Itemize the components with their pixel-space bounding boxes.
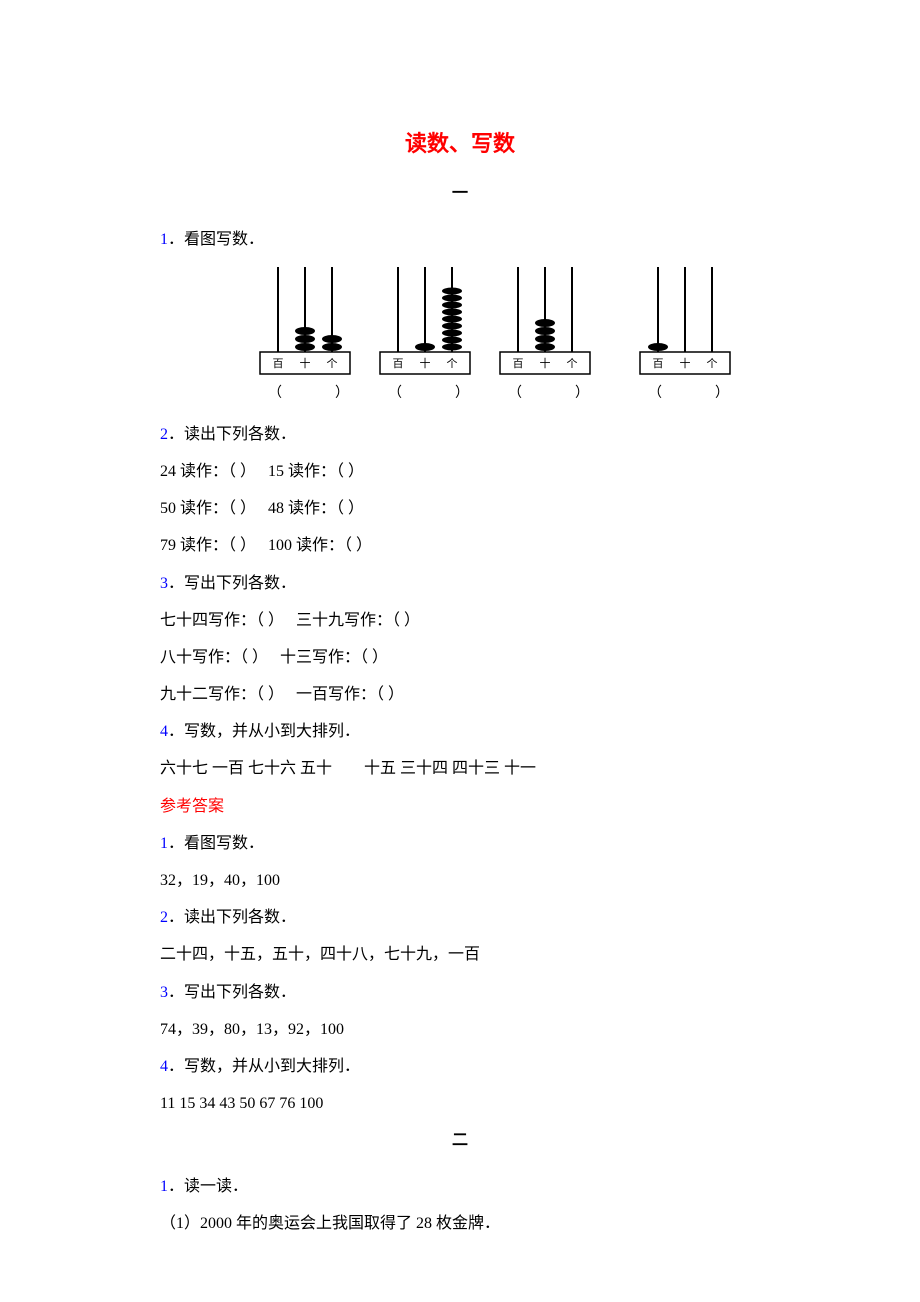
answer-4-value: 11 15 34 43 50 67 76 100 (160, 1086, 760, 1121)
answer-1-num: 1 (160, 835, 168, 852)
svg-text:）: ） (575, 385, 589, 401)
svg-text:（: （ (388, 385, 402, 401)
label-bai: 百 (273, 358, 284, 370)
answer-1-text: ．看图写数． (168, 835, 264, 852)
question-2-num: 2 (160, 426, 168, 443)
answer-3-text: ．写出下列各数． (168, 984, 296, 1001)
svg-text:十: 十 (540, 356, 551, 370)
answer-2-q: 2．读出下列各数． (160, 900, 760, 935)
question-2-line-a: 24 读作：（ ） 15 读作：（ ） (160, 454, 760, 489)
answer-2-value: 二十四，十五，五十，四十八，七十九，一百 (160, 937, 760, 972)
answer-4-q: 4．写数，并从小到大排列． (160, 1049, 760, 1084)
svg-text:（: （ (648, 385, 662, 401)
question-1-num: 1 (160, 231, 168, 248)
svg-text:（: （ (508, 385, 522, 401)
answer-2-num: 2 (160, 909, 168, 926)
part2-line-1: （1）2000 年的奥运会上我国取得了 28 枚金牌． (160, 1206, 760, 1241)
answer-4-text: ．写数，并从小到大排列． (168, 1058, 360, 1075)
question-3-num: 3 (160, 575, 168, 592)
abacus-1: 百 十 个 （ ） (260, 267, 350, 401)
svg-text:）: ） (715, 385, 729, 401)
abacus-svg: 百 十 个 （ ） (250, 267, 750, 407)
svg-text:个: 个 (447, 357, 458, 370)
svg-text:百: 百 (653, 358, 664, 370)
answer-4-num: 4 (160, 1058, 168, 1075)
part2-q1-text: ．读一读． (168, 1178, 248, 1195)
label-shi: 十 (300, 356, 311, 370)
page: 读数、写数 一 1．看图写数． 百 十 个 (0, 0, 920, 1302)
svg-text:个: 个 (567, 357, 578, 370)
question-3-text: ．写出下列各数． (168, 575, 296, 592)
answers-heading: 参考答案 (160, 789, 760, 824)
question-2-text: ．读出下列各数． (168, 426, 296, 443)
question-3: 3．写出下列各数． (160, 566, 760, 601)
section-two-heading: 二 (160, 1123, 760, 1158)
answer-3-q: 3．写出下列各数． (160, 975, 760, 1010)
question-2-line-c: 79 读作：（ ） 100 读作：（ ） (160, 528, 760, 563)
question-3-line-c: 九十二写作：（ ） 一百写作：（ ） (160, 677, 760, 712)
svg-text:百: 百 (513, 358, 524, 370)
answer-3-num: 3 (160, 984, 168, 1001)
part2-q1-num: 1 (160, 1178, 168, 1195)
answer-2-text: ．读出下列各数． (168, 909, 296, 926)
answer-3-value: 74，39，80，13，92，100 (160, 1012, 760, 1047)
question-4-num: 4 (160, 723, 168, 740)
label-ge: 个 (327, 357, 338, 370)
svg-text:个: 个 (707, 357, 718, 370)
question-1: 1．看图写数． (160, 222, 760, 257)
part2-question-1: 1．读一读． (160, 1169, 760, 1204)
abacus-figure: 百 十 个 （ ） (250, 267, 760, 407)
svg-text:百: 百 (393, 358, 404, 370)
question-2-line-b: 50 读作：（ ） 48 读作：（ ） (160, 491, 760, 526)
abacus-2: 百 十 个 （ ） (380, 267, 470, 401)
svg-text:十: 十 (420, 356, 431, 370)
question-4-text: ．写数，并从小到大排列． (168, 723, 360, 740)
paren-left: （ (268, 385, 282, 401)
answer-1-q: 1．看图写数． (160, 826, 760, 861)
abacus-4: 百 十 个 （ ） (640, 267, 730, 401)
page-title: 读数、写数 (160, 120, 760, 168)
paren-right: ） (335, 385, 349, 401)
question-3-line-b: 八十写作：（ ） 十三写作：（ ） (160, 640, 760, 675)
svg-text:）: ） (455, 385, 469, 401)
question-1-text: ．看图写数． (168, 231, 264, 248)
answer-1-value: 32，19，40，100 (160, 863, 760, 898)
abacus-3: 百 十 个 （ ） (500, 267, 590, 401)
question-4: 4．写数，并从小到大排列． (160, 714, 760, 749)
question-3-line-a: 七十四写作：（ ） 三十九写作：（ ） (160, 603, 760, 638)
question-4-line: 六十七 一百 七十六 五十 十五 三十四 四十三 十一 (160, 751, 760, 786)
section-one-heading: 一 (160, 176, 760, 211)
question-2: 2．读出下列各数． (160, 417, 760, 452)
svg-text:十: 十 (680, 356, 691, 370)
